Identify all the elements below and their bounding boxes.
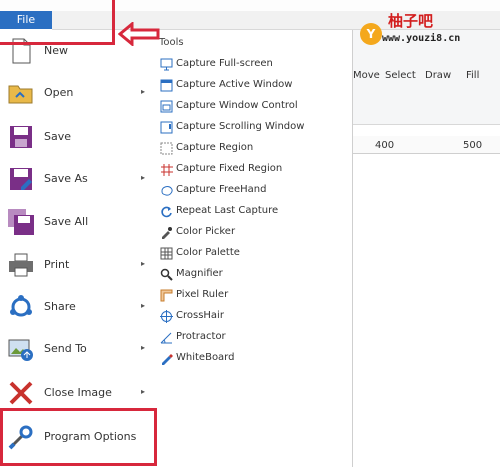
tools-panel: Tools Capture Full-screen Capture Active… [155, 30, 353, 467]
tool-label: Color Palette [176, 247, 240, 258]
select-button[interactable]: Select [385, 70, 416, 81]
window-control-icon [160, 100, 173, 113]
tool-capture-scrolling-window[interactable]: Capture Scrolling Window [158, 117, 348, 138]
tool-label: Capture Active Window [176, 79, 293, 90]
ruler-icon [160, 289, 173, 302]
tool-label: Color Picker [176, 226, 236, 237]
close-image-icon [9, 381, 33, 405]
image-canvas[interactable] [353, 160, 500, 467]
monitor-icon [160, 58, 173, 71]
tool-color-picker[interactable]: Color Picker [158, 222, 348, 243]
move-button[interactable]: Move [353, 70, 380, 81]
open-folder-icon [8, 85, 33, 104]
tool-capture-freehand[interactable]: Capture FreeHand [158, 180, 348, 201]
palette-icon [160, 247, 173, 260]
submenu-arrow-icon: ▸ [141, 343, 146, 352]
tool-pixel-ruler[interactable]: Pixel Ruler [158, 285, 348, 306]
tool-label: WhiteBoard [176, 352, 235, 363]
menu-item-save[interactable]: Save [0, 118, 155, 160]
tool-protractor[interactable]: Protractor [158, 327, 348, 348]
arrow-pointer-icon [118, 22, 160, 46]
save-icon [10, 126, 32, 148]
tool-capture-window-control[interactable]: Capture Window Control [158, 96, 348, 117]
submenu-arrow-icon: ▸ [141, 173, 146, 182]
tool-label: Repeat Last Capture [176, 205, 279, 216]
tool-label: Capture Window Control [176, 100, 298, 111]
tools-heading: Tools [159, 37, 184, 48]
ruler-mark-500: 500 [463, 140, 483, 151]
menu-item-label: New [44, 44, 68, 57]
file-menu-left-column: New Open ▸ Save Save As ▸ Save All Print… [0, 30, 156, 467]
ruler-mark-400: 400 [375, 140, 395, 151]
submenu-arrow-icon: ▸ [141, 301, 146, 310]
tool-label: Pixel Ruler [176, 289, 229, 300]
fill-button[interactable]: Fill [466, 70, 479, 81]
menu-item-label: Send To [44, 342, 87, 355]
tool-label: Capture Fixed Region [176, 163, 283, 174]
menu-item-print[interactable]: Print ▸ [0, 246, 155, 288]
tool-label: Magnifier [176, 268, 223, 279]
menu-item-label: Save [44, 130, 72, 143]
save-all-icon [8, 209, 34, 235]
tool-whiteboard[interactable]: WhiteBoard [158, 348, 348, 369]
whiteboard-icon [162, 354, 173, 365]
menu-item-share[interactable]: Share ▸ [0, 288, 155, 330]
tool-label: Capture Scrolling Window [176, 121, 305, 132]
tool-color-palette[interactable]: Color Palette [158, 243, 348, 264]
crosshair-icon [160, 310, 173, 323]
tool-capture-active-window[interactable]: Capture Active Window [158, 75, 348, 96]
tool-capture-full-screen[interactable]: Capture Full-screen [158, 54, 348, 75]
magnifier-icon [160, 268, 173, 281]
tool-crosshair[interactable]: CrossHair [158, 306, 348, 327]
share-icon [10, 295, 32, 317]
tool-magnifier[interactable]: Magnifier [158, 264, 348, 285]
menu-item-label: Share [44, 300, 76, 313]
tool-label: Protractor [176, 331, 226, 342]
watermark-url: www.youzi8.cn [382, 33, 461, 44]
tool-label: Capture FreeHand [176, 184, 267, 195]
watermark-badge: Y [360, 23, 382, 45]
submenu-arrow-icon: ▸ [141, 259, 146, 268]
fixed-region-icon [161, 164, 173, 176]
freehand-icon [161, 186, 173, 196]
menu-item-save-as[interactable]: Save As ▸ [0, 160, 155, 202]
menu-item-open[interactable]: Open ▸ [0, 74, 155, 116]
menu-item-label: Save All [44, 215, 89, 228]
submenu-arrow-icon: ▸ [141, 87, 146, 96]
menu-item-label: Close Image [44, 386, 112, 399]
horizontal-ruler: 400 500 [353, 136, 500, 154]
tool-label: Capture Full-screen [176, 58, 273, 69]
print-icon [9, 253, 33, 277]
tool-repeat-last-capture[interactable]: Repeat Last Capture [158, 201, 348, 222]
send-to-icon [8, 339, 33, 361]
tool-label: CrossHair [176, 310, 224, 321]
submenu-arrow-icon: ▸ [141, 387, 146, 396]
tool-capture-fixed-region[interactable]: Capture Fixed Region [158, 159, 348, 180]
tool-capture-region[interactable]: Capture Region [158, 138, 348, 159]
window-icon [160, 79, 173, 92]
tool-label: Capture Region [176, 142, 254, 153]
protractor-icon [160, 332, 172, 344]
menu-item-label: Open [44, 86, 74, 99]
menu-item-save-all[interactable]: Save All [0, 203, 155, 245]
region-icon [160, 142, 173, 155]
watermark-title: 柚子吧 [388, 12, 434, 30]
menu-item-send-to[interactable]: Send To ▸ [0, 330, 155, 372]
repeat-icon [161, 206, 172, 218]
menu-item-label: Save As [44, 172, 88, 185]
save-as-icon [10, 168, 32, 190]
draw-button[interactable]: Draw [425, 70, 451, 81]
ribbon-bar: Move Select Draw Fill [353, 30, 500, 125]
highlight-program-options-box [0, 408, 157, 466]
highlight-file-menu-box [0, 0, 115, 45]
eyedropper-icon [162, 227, 172, 239]
scroll-window-icon [160, 121, 173, 134]
menu-item-label: Print [44, 258, 70, 271]
